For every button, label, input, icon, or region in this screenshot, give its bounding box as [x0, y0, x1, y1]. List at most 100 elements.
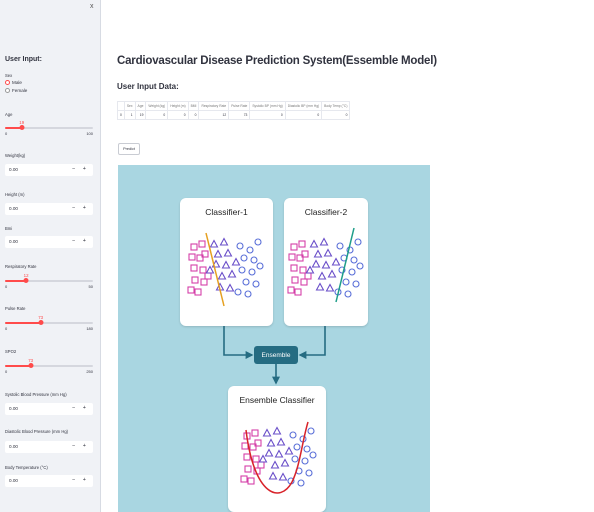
slider-thumb[interactable] [23, 278, 29, 283]
row-index-cell: 0 [117, 110, 125, 120]
circle-marker [293, 443, 301, 451]
square-marker [240, 475, 248, 483]
triangle-marker [262, 428, 272, 437]
slider-max: 100 [86, 131, 93, 136]
table-cell: 19 [134, 110, 147, 120]
triangle-marker [280, 458, 290, 467]
radio-male-label: Male [12, 80, 22, 85]
table-cell: 0 [187, 110, 200, 120]
table-row: 0 1 19 0 0 0 12 73 0 0 0 [117, 110, 351, 120]
input-data-table: Sex Age Weight (kg) Height (m) BMI Respirator… [117, 101, 351, 120]
table-header-cell[interactable]: Weight (kg) [145, 101, 169, 111]
ensemble-classifier-card: Ensemble Classifier [228, 386, 326, 512]
stepper-icons[interactable]: − + [72, 477, 89, 483]
table-cell: 0 [167, 110, 189, 120]
radio-female[interactable]: Female [5, 88, 27, 93]
slider-min: 0 [5, 131, 8, 136]
predict-button[interactable]: Predict [118, 143, 140, 155]
triangle-marker [278, 472, 288, 481]
arrow-icon [223, 326, 254, 359]
table-header-cell[interactable]: Height (m) [167, 101, 189, 111]
spo2-slider[interactable]: 73 0 250 [5, 358, 93, 374]
stepper-icons[interactable]: − + [72, 443, 89, 449]
triangle-marker [274, 449, 284, 458]
ensemble-classifier-plot [240, 421, 317, 494]
table-cell: 0 [145, 110, 169, 120]
table-header-cell[interactable]: Respiratory Rate [198, 101, 230, 111]
table-header-cell[interactable]: Body Temp (°C) [321, 101, 351, 111]
sex-label: Sex [5, 73, 13, 78]
slider-min: 0 [5, 326, 8, 331]
ensemble-diagram: Classifier-1 Classifier-2 Ensemble Ensem… [118, 165, 430, 512]
weight-label: Weight(kg) [5, 153, 26, 158]
diastolic-label: Diastolic Blood Pressure (mm Hg) [5, 429, 69, 434]
slider-max: 180 [86, 326, 93, 331]
slider-thumb[interactable] [38, 320, 44, 325]
body-temp-input[interactable]: 0.00 − + [5, 475, 93, 487]
weight-input[interactable]: 0.00 − + [5, 164, 93, 176]
age-slider[interactable]: 19 0 100 [5, 120, 93, 136]
slider-max: 250 [86, 369, 93, 374]
radio-selected-icon [5, 80, 10, 85]
circle-marker [297, 479, 305, 487]
table-header-cell[interactable] [117, 101, 125, 111]
spo2-label: SPO2 [5, 349, 17, 354]
square-marker [252, 455, 260, 463]
table-header-cell[interactable]: Diastolic BP (mm Hg) [284, 101, 323, 111]
slider-thumb[interactable] [19, 125, 25, 130]
height-input[interactable]: 0.00 − + [5, 203, 93, 215]
table-header-cell[interactable]: Sex [123, 101, 136, 111]
table-cell: 1 [123, 110, 136, 120]
square-marker [244, 465, 252, 473]
bmi-input[interactable]: 0.00 − + [5, 236, 93, 248]
ensemble-box: Ensemble [254, 346, 298, 364]
stepper-icons[interactable]: − + [72, 166, 89, 172]
height-label: Height (m) [5, 192, 25, 197]
table-header-cell[interactable]: Pulse Rate [228, 101, 251, 111]
diastolic-value: 0.00 [9, 444, 18, 449]
arrow-icon [298, 326, 326, 359]
radio-female-label: Female [12, 88, 28, 93]
respiratory-slider[interactable]: 12 0 50 [5, 273, 93, 289]
slider-fill [5, 322, 41, 324]
slider-min: 0 [5, 284, 8, 289]
systolic-input[interactable]: 0.00 − + [5, 403, 93, 415]
stepper-icons[interactable]: − + [72, 405, 89, 411]
radio-male[interactable]: Male [5, 80, 22, 85]
triangle-marker [284, 446, 294, 455]
sidebar: x User Input: Sex Male Female Age 19 0 1… [0, 0, 101, 512]
close-icon[interactable]: x [90, 3, 94, 10]
body-temp-label: Body Temperature (°C) [5, 465, 48, 470]
table-header-cell[interactable]: BMI [187, 101, 200, 111]
table-cell: 0 [321, 110, 351, 120]
bmi-label: Bmi [5, 226, 13, 231]
weight-value: 0.00 [9, 167, 18, 172]
table-header-cell[interactable]: Age [134, 101, 147, 111]
slider-thumb[interactable] [28, 363, 34, 368]
triangle-marker [268, 471, 278, 480]
page-title: Cardiovascular Disease Prediction System… [117, 55, 437, 67]
circle-marker [289, 431, 297, 439]
height-value: 0.00 [9, 206, 18, 211]
square-marker [257, 461, 265, 469]
square-marker [241, 442, 249, 450]
triangle-marker [272, 426, 282, 435]
systolic-label: Systolic Blood Pressure (mm Hg) [5, 392, 67, 397]
systolic-value: 0.00 [9, 406, 18, 411]
stepper-icons[interactable]: − + [72, 205, 89, 211]
pulse-label: Pulse Rate [5, 306, 26, 311]
circle-marker [303, 445, 311, 453]
slider-min: 0 [5, 369, 8, 374]
pulse-slider[interactable]: 73 0 180 [5, 315, 93, 331]
square-marker [251, 429, 259, 437]
respiratory-label: Respiratory Rate [5, 264, 37, 269]
circle-marker [305, 469, 313, 477]
circle-marker [307, 427, 315, 435]
diastolic-input[interactable]: 0.00 − + [5, 441, 93, 453]
table-header-cell[interactable]: Systolic BP (mm Hg) [249, 101, 286, 111]
table-cell: 73 [228, 110, 251, 120]
table-cell: 0 [249, 110, 286, 120]
triangle-marker [266, 438, 276, 447]
stepper-icons[interactable]: − + [72, 238, 89, 244]
square-marker [247, 477, 255, 485]
